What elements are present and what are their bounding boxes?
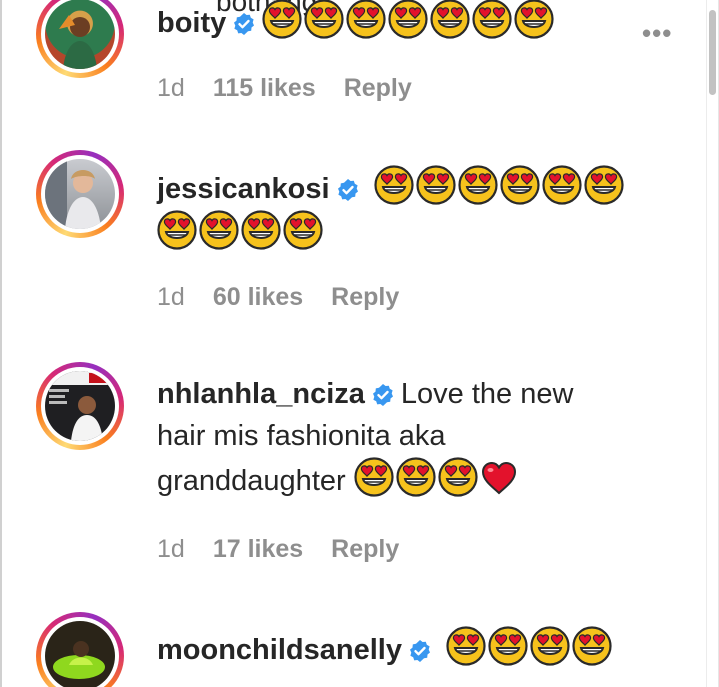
comment-line-3: granddaughter (157, 465, 346, 497)
heart-eyes-emoji-icon (396, 457, 436, 497)
comment-time: 1d (157, 535, 185, 563)
comment-text: jessicankosi (157, 165, 657, 255)
heart-eyes-emoji-icon (354, 457, 394, 497)
comment-line-1: Love the new (400, 378, 574, 410)
heart-eyes-emoji-icon (458, 165, 498, 205)
heart-eyes-emoji-icon (283, 210, 323, 250)
comment-line-2: hair mis fashionita aka (157, 420, 446, 452)
comment-jessicankosi: jessicankosi 1d 60 likes Reply (2, 150, 702, 340)
profile-photo (45, 371, 115, 441)
username[interactable]: jessicankosi (157, 173, 330, 205)
emoji-group (354, 465, 518, 497)
heart-eyes-emoji-icon (388, 0, 428, 39)
verified-badge-icon (336, 178, 360, 202)
heart-eyes-emoji-icon (430, 0, 470, 39)
more-options-icon[interactable]: ••• (642, 18, 672, 49)
comment-text: boity (157, 0, 657, 44)
heart-eyes-emoji-icon (488, 626, 528, 666)
heart-eyes-emoji-icon (416, 165, 456, 205)
comment-meta: 1d 17 likes Reply (157, 535, 427, 564)
heart-eyes-emoji-icon (438, 457, 478, 497)
scrollbar[interactable] (706, 0, 718, 687)
emoji-group (446, 634, 614, 666)
reply-button[interactable]: Reply (331, 283, 399, 311)
likes-count[interactable]: 17 likes (213, 535, 303, 563)
heart-eyes-emoji-icon (241, 210, 281, 250)
username[interactable]: moonchildsanelly (157, 634, 402, 666)
profile-photo (45, 159, 115, 229)
comments-panel: bothang boity ••• 1d115 likesReply (0, 0, 719, 687)
heart-eyes-emoji-icon (572, 626, 612, 666)
heart-eyes-emoji-icon (542, 165, 582, 205)
heart-eyes-emoji-icon (199, 210, 239, 250)
scrollbar-thumb[interactable] (709, 10, 716, 95)
likes-count[interactable]: 115 likes (213, 74, 316, 102)
heart-eyes-emoji-icon (304, 0, 344, 39)
verified-badge-icon (408, 639, 432, 663)
heart-eyes-emoji-icon (500, 165, 540, 205)
profile-photo (45, 621, 115, 687)
avatar[interactable] (36, 0, 124, 78)
emoji-group (262, 7, 556, 39)
comment-moonchildsanelly: moonchildsanelly (2, 612, 702, 687)
heart-eyes-emoji-icon (472, 0, 512, 39)
likes-count[interactable]: 60 likes (213, 283, 303, 311)
heart-eyes-emoji-icon (514, 0, 554, 39)
red-heart-emoji-icon (480, 460, 518, 496)
reply-button[interactable]: Reply (344, 74, 412, 102)
heart-eyes-emoji-icon (157, 210, 197, 250)
heart-eyes-emoji-icon (446, 626, 486, 666)
avatar[interactable] (36, 362, 124, 450)
comment-meta: 1d 60 likes Reply (157, 283, 427, 312)
comment-text: nhlanhla_nciza Love the new hair mis fash… (157, 373, 637, 502)
verified-badge-icon (232, 12, 256, 36)
comment-text: moonchildsanelly (157, 626, 657, 671)
heart-eyes-emoji-icon (530, 626, 570, 666)
username[interactable]: boity (157, 7, 226, 39)
heart-eyes-emoji-icon (262, 0, 302, 39)
heart-eyes-emoji-icon (346, 0, 386, 39)
avatar[interactable] (36, 150, 124, 238)
profile-photo (45, 0, 115, 69)
comment-boity: boity ••• 1d 115 likes Reply (2, 0, 702, 130)
reply-button[interactable]: Reply (331, 535, 399, 563)
username[interactable]: nhlanhla_nciza (157, 378, 365, 410)
comment-nhlanhla-nciza: nhlanhla_nciza Love the new hair mis fash… (2, 362, 702, 592)
comment-time: 1d (157, 283, 185, 311)
comment-meta: 1d 115 likes Reply (157, 74, 440, 103)
verified-badge-icon (371, 383, 395, 407)
avatar[interactable] (36, 612, 124, 687)
heart-eyes-emoji-icon (374, 165, 414, 205)
heart-eyes-emoji-icon (584, 165, 624, 205)
comment-time: 1d (157, 74, 185, 102)
